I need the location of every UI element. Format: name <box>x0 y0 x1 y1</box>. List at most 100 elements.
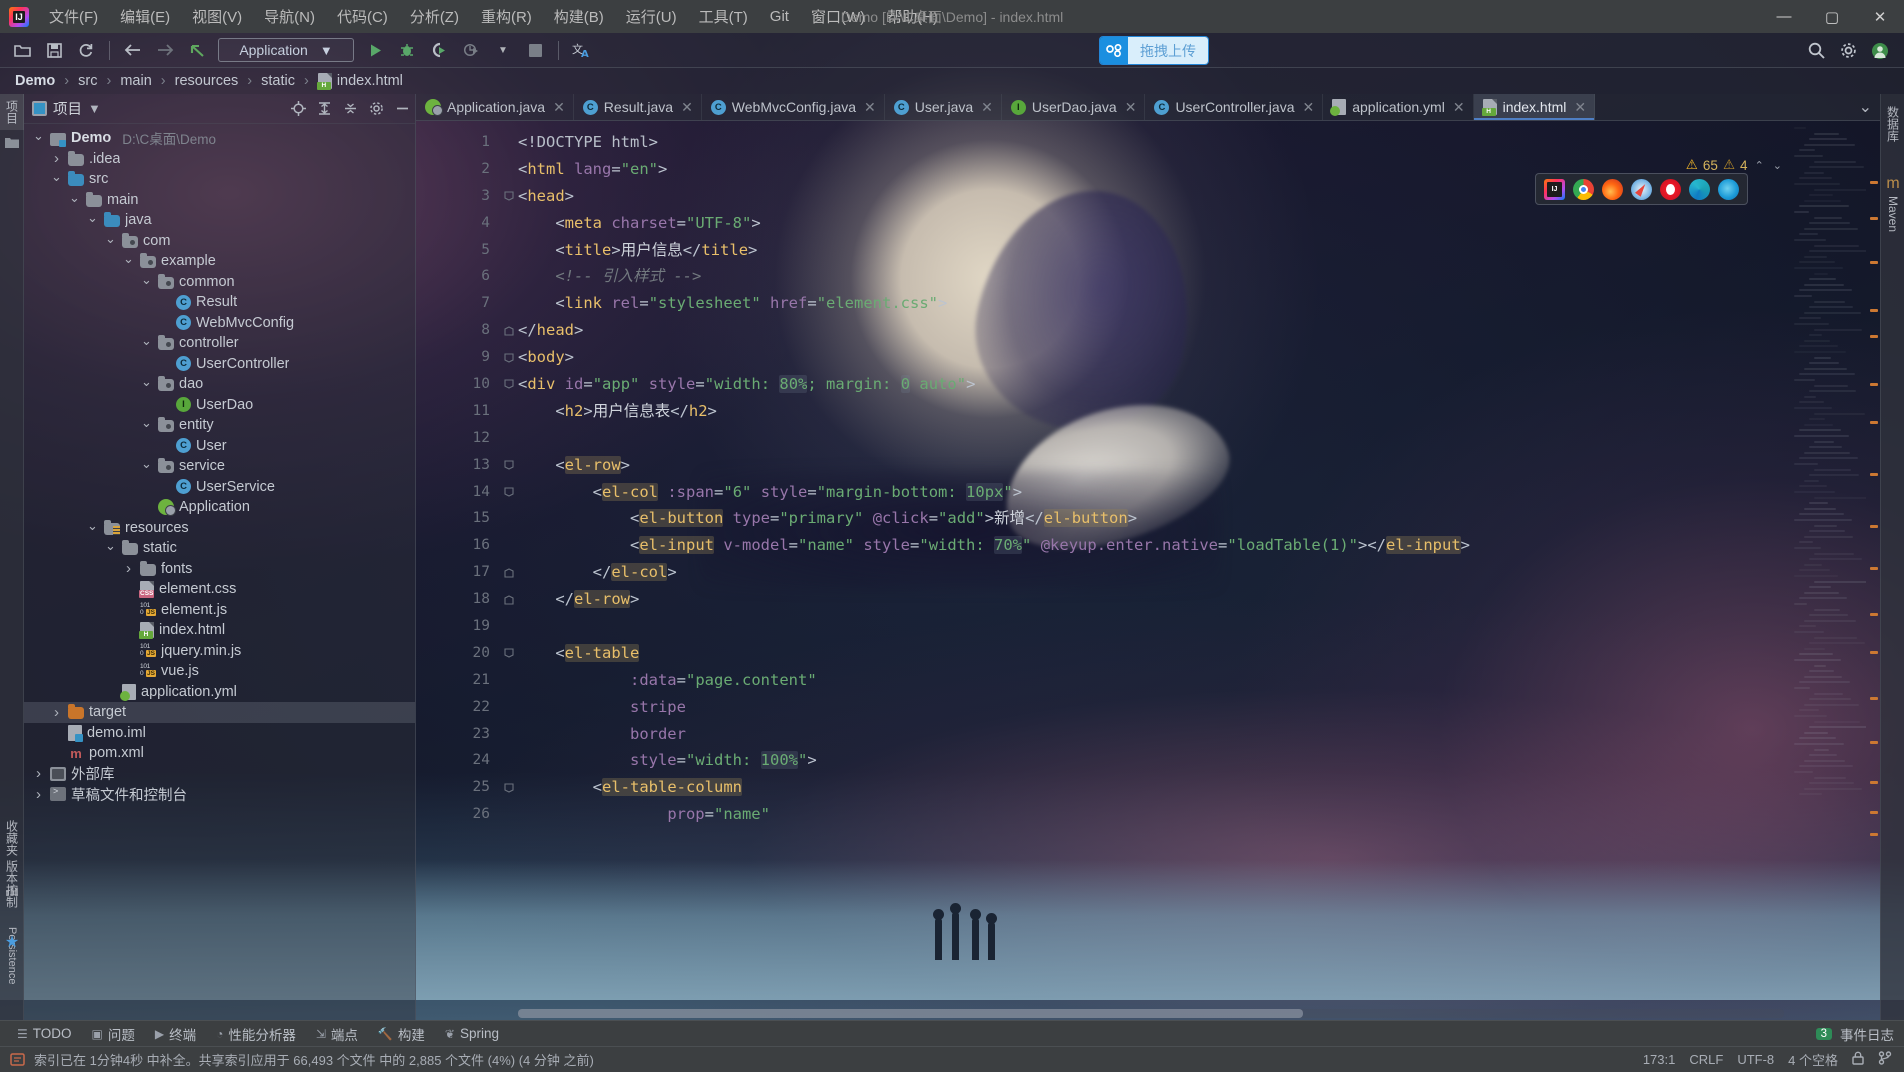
code-line[interactable]: <title>用户信息</title> <box>518 237 1790 264</box>
chevron-down-icon[interactable]: ⌄ <box>122 251 135 266</box>
code-line[interactable]: </el-row> <box>518 586 1790 613</box>
code-line[interactable]: <el-table-column <box>518 774 1790 801</box>
error-stripe-mark[interactable] <box>1870 261 1878 264</box>
collapse-all-icon[interactable] <box>337 96 363 122</box>
close-icon[interactable]: ✕ <box>864 99 876 116</box>
editor-tab-result-java[interactable]: C Result.java ✕ <box>574 94 702 120</box>
tree-node-pom.xml[interactable]: m pom.xml <box>24 743 415 764</box>
breadcrumb-item-resources[interactable]: resources <box>170 72 244 90</box>
chevron-down-icon[interactable]: ⌄ <box>32 128 45 143</box>
menu-item-6[interactable]: 分析(Z) <box>399 1 470 32</box>
edge-icon[interactable] <box>1689 178 1710 200</box>
code-line[interactable] <box>518 425 1790 452</box>
opera-icon[interactable] <box>1660 178 1681 200</box>
chevron-down-icon[interactable]: ⌄ <box>86 518 99 533</box>
code-line[interactable]: <body> <box>518 344 1790 371</box>
menu-item-8[interactable]: 构建(B) <box>543 1 615 32</box>
tree-node-vue.js[interactable]: 101 0 JS vue.js <box>24 661 415 682</box>
fold-end-icon[interactable] <box>500 559 518 586</box>
chevron-right-icon[interactable]: › <box>32 765 45 782</box>
editor-tab-userdao-java[interactable]: I UserDao.java ✕ <box>1002 94 1146 120</box>
code-line[interactable]: <!-- 引入样式 --> <box>518 263 1790 290</box>
menu-item-11[interactable]: Git <box>759 3 800 30</box>
menu-item-10[interactable]: 工具(T) <box>688 1 759 32</box>
chevron-down-icon[interactable]: ⌄ <box>1859 97 1872 117</box>
chevron-down-icon[interactable]: ⌄ <box>50 169 63 184</box>
settings-gear-icon[interactable] <box>363 96 389 122</box>
code-line[interactable]: style="width: 100%"> <box>518 747 1790 774</box>
breadcrumb-item-main[interactable]: main <box>115 72 156 90</box>
menu-item-1[interactable]: 文件(F) <box>38 1 109 32</box>
menu-item-3[interactable]: 视图(V) <box>181 1 253 32</box>
tree-node-jquery.min.js[interactable]: 101 0 JS jquery.min.js <box>24 641 415 662</box>
code-folding-gutter[interactable] <box>500 121 518 1020</box>
close-icon[interactable]: ✕ <box>1303 99 1315 116</box>
editor-tabs-overflow[interactable]: ⌄ <box>1851 94 1880 120</box>
code-editor[interactable]: <!DOCTYPE html> <html lang="en"> <head> <m… <box>518 121 1790 1020</box>
menu-item-13[interactable]: 帮助(H) <box>876 1 949 32</box>
tool-window-button-[interactable]: 🔨 构建 <box>369 1021 434 1047</box>
editor-tab-application-yml[interactable]: application.yml ✕ <box>1323 94 1474 120</box>
editor-tab-user-java[interactable]: C User.java ✕ <box>885 94 1002 120</box>
debug-bug-icon[interactable] <box>393 37 421 63</box>
tree-node-element.css[interactable]: CSS element.css <box>24 579 415 600</box>
error-stripe-mark[interactable] <box>1870 181 1878 184</box>
arrow-right-icon[interactable] <box>151 37 179 63</box>
chevron-right-icon[interactable]: › <box>50 704 63 721</box>
error-stripe-mark[interactable] <box>1870 741 1878 744</box>
code-line[interactable]: <el-table <box>518 640 1790 667</box>
fold-end-icon[interactable] <box>500 586 518 613</box>
prev-problem-icon[interactable]: ⌃ <box>1753 159 1766 172</box>
caret-position[interactable]: 173:1 <box>1643 1052 1676 1067</box>
tree-node-user[interactable]: C User <box>24 436 415 457</box>
chevron-right-icon[interactable]: › <box>122 560 135 577</box>
error-stripe-mark[interactable] <box>1870 781 1878 784</box>
code-line[interactable]: <div id="app" style="width: 80%; margin:… <box>518 371 1790 398</box>
error-stripe-mark[interactable] <box>1870 383 1878 386</box>
menu-item-12[interactable]: 窗口(W) <box>800 1 876 32</box>
editor-tab-index-html[interactable]: Hindex.html ✕ <box>1473 94 1596 120</box>
tree-node-application[interactable]: Application <box>24 497 415 518</box>
chevron-right-icon[interactable]: › <box>50 150 63 167</box>
code-line[interactable]: :data="page.content" <box>518 667 1790 694</box>
fold-end-icon[interactable] <box>500 317 518 344</box>
firefox-icon[interactable] <box>1602 178 1623 200</box>
refresh-icon[interactable] <box>72 37 100 63</box>
tree-node-java[interactable]: ⌄ java <box>24 210 415 231</box>
fold-expanded-icon[interactable] <box>500 774 518 801</box>
close-icon[interactable]: ✕ <box>1453 99 1465 116</box>
stop-icon[interactable] <box>521 37 549 63</box>
code-line[interactable]: <meta charset="UTF-8"> <box>518 210 1790 237</box>
run-configuration-selector[interactable]: Application ▼ <box>218 38 354 62</box>
chevron-down-icon[interactable]: ⌄ <box>86 210 99 225</box>
tool-window-button-[interactable]: ⇲ 端点 <box>307 1021 367 1047</box>
chevron-down-icon[interactable]: ⌄ <box>140 374 153 389</box>
ie-icon[interactable] <box>1718 178 1739 200</box>
tree-node-main[interactable]: ⌄ main <box>24 190 415 211</box>
error-stripe-mark[interactable] <box>1870 651 1878 654</box>
error-stripe-mark[interactable] <box>1870 811 1878 814</box>
tree-node-[interactable]: › 草稿文件和控制台 <box>24 784 415 805</box>
fold-expanded-icon[interactable] <box>500 371 518 398</box>
code-line[interactable]: stripe <box>518 694 1790 721</box>
breadcrumb-item-index.html[interactable]: Hindex.html <box>313 72 408 90</box>
code-line[interactable]: <el-row> <box>518 452 1790 479</box>
tree-node-result[interactable]: C Result <box>24 292 415 313</box>
sidebar-item-project[interactable]: 项目 <box>0 94 24 130</box>
line-separator[interactable]: CRLF <box>1689 1052 1723 1067</box>
code-line[interactable]: <el-col :span="6" style="margin-bottom: … <box>518 479 1790 506</box>
chevron-down-icon[interactable]: ▼ <box>88 102 101 115</box>
close-icon[interactable]: ✕ <box>1574 99 1586 116</box>
error-stripe-mark[interactable] <box>1870 613 1878 616</box>
code-line[interactable]: <!DOCTYPE html> <box>518 129 1790 156</box>
user-account-icon[interactable] <box>1866 38 1894 64</box>
settings-gear-icon[interactable] <box>1834 38 1862 64</box>
chevron-right-icon[interactable]: › <box>32 786 45 803</box>
fold-expanded-icon[interactable] <box>500 344 518 371</box>
inspection-status[interactable]: ⚠ 65 ⚠ 4 ⌃ ⌄ <box>1686 157 1784 173</box>
chevron-down-icon[interactable]: ⌄ <box>104 538 117 553</box>
editor-tab-usercontroller-java[interactable]: C UserController.java ✕ <box>1145 94 1324 120</box>
close-icon[interactable]: ✕ <box>1125 99 1137 116</box>
error-stripe-mark[interactable] <box>1870 833 1878 836</box>
tree-node-userdao[interactable]: I UserDao <box>24 395 415 416</box>
